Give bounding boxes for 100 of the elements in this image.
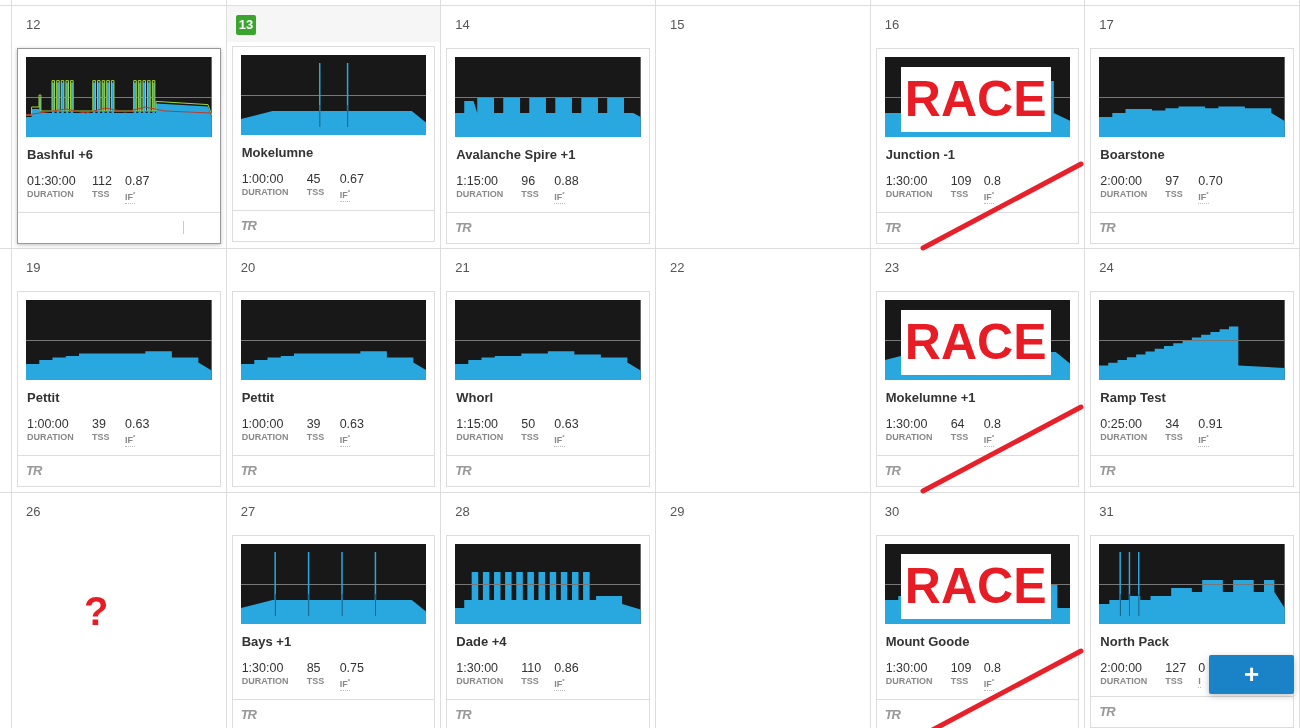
stat-value: 85 — [306, 661, 321, 675]
stat-label: DURATION — [885, 675, 933, 687]
stat-value: 0.8 — [983, 174, 1002, 188]
stat-value: 2:00:00 — [1100, 661, 1143, 675]
stat-value: 39 — [92, 417, 106, 431]
stat-value: 64 — [950, 417, 965, 431]
day-number: 24 — [1099, 260, 1114, 276]
day-number: 26 — [26, 504, 41, 520]
race-label: RACE — [900, 554, 1051, 619]
stat-label: IF$^{*}$ — [554, 188, 565, 204]
stat-label: IF$^{*}$ — [983, 431, 994, 447]
workout-title: North Pack — [1100, 634, 1170, 649]
brand-logo: TR — [884, 220, 900, 235]
stat-label: DURATION — [1100, 431, 1148, 443]
stat-label: IF$^{*}$ — [554, 431, 565, 447]
stat-label: IF$^{*}$ — [125, 431, 136, 447]
brand-logo: TR — [240, 218, 256, 233]
stat-label: TSS — [92, 431, 110, 443]
stat-value: 2:00:00 — [1100, 174, 1143, 188]
day-number: 30 — [884, 504, 900, 520]
stat-value: 1:30:00 — [885, 417, 928, 431]
stat-label: I — [1198, 675, 1201, 688]
stat-label: TSS — [1165, 431, 1183, 443]
workout-card[interactable]: Whorl 1:15:00 DURATION 50 TSS 0.63 IF$^{*}$ TR — [446, 291, 650, 487]
stat-label: TSS — [306, 431, 325, 443]
stat-value: 0.67 — [339, 172, 364, 186]
day-number: 19 — [26, 260, 41, 276]
workout-card[interactable]: Boarstone 2:00:00 DURATION 97 TSS 0.70 IF$^{*}$ TR — [1090, 48, 1294, 244]
stat-label: TSS — [521, 188, 539, 200]
stat-value: 97 — [1165, 174, 1180, 188]
race-label: RACE — [900, 67, 1051, 132]
stat-value: 34 — [1165, 417, 1180, 431]
stat-label: TSS — [521, 431, 539, 443]
stat-label: TSS — [306, 186, 325, 198]
workout-title: Mount Goode — [885, 634, 971, 649]
brand-logo: TR — [1099, 463, 1115, 478]
stat-label: DURATION — [885, 431, 933, 443]
stat-value: 0.8 — [983, 661, 1002, 675]
workout-title: Mokelumne +1 — [885, 390, 977, 405]
stat-value: 0.63 — [339, 417, 364, 431]
workout-card[interactable]: Pettit 1:00:00 DURATION 39 TSS 0.63 IF$^{*}$ TR — [17, 291, 221, 487]
brand-logo: TR — [240, 463, 256, 478]
stat-value: 1:30:00 — [456, 661, 499, 675]
stat-label: IF$^{*}$ — [1198, 431, 1209, 447]
stat-value: 0.91 — [1198, 417, 1223, 431]
stat-value: 0.88 — [554, 174, 579, 188]
race-label: RACE — [900, 310, 1051, 375]
stat-label: IF$^{*}$ — [983, 188, 994, 204]
day-number: 23 — [884, 260, 900, 276]
workout-title: Ramp Test — [1100, 390, 1167, 405]
stat-label: IF$^{*}$ — [339, 431, 350, 447]
stat-label: TSS — [92, 188, 110, 200]
day-number: 31 — [1099, 504, 1114, 520]
stat-label: DURATION — [241, 431, 289, 443]
workout-card[interactable]: Dade +4 1:30:00 DURATION 110 TSS 0.86 IF$^{*}$ TR — [446, 535, 650, 728]
stat-label: DURATION — [456, 188, 504, 200]
stat-label: IF$^{*}$ — [1198, 188, 1209, 204]
workout-card[interactable]: Bashful +6 01:30:00 DURATION 112 TSS 0.87 IF$^{*}$ — [17, 48, 221, 244]
stat-value: 50 — [521, 417, 536, 431]
stat-value: 0.87 — [125, 174, 150, 188]
stat-label: IF$^{*}$ — [554, 675, 565, 691]
brand-logo: TR — [455, 220, 471, 235]
workout-card[interactable]: Pettit 1:00:00 DURATION 39 TSS 0.63 IF$^{*}$ TR — [231, 291, 436, 487]
stat-value: 127 — [1165, 661, 1187, 675]
stat-label: TSS — [950, 675, 969, 687]
workout-title: Pettit — [27, 390, 61, 405]
workout-card[interactable]: Mokelumne 1:00:00 DURATION 45 TSS 0.67 IF$^{*}$ TR — [231, 46, 436, 242]
workout-card[interactable]: RACE Mount Goode 1:30:00 DURATION 109 TSS 0.8 IF$^{*}$ TR — [875, 535, 1080, 728]
stat-label: TSS — [950, 188, 969, 200]
stat-label: TSS — [950, 431, 969, 443]
stat-label: TSS — [1165, 188, 1183, 200]
brand-logo: TR — [1099, 704, 1115, 719]
stat-value: 0 — [1198, 661, 1206, 675]
workout-card[interactable]: Avalanche Spire +1 1:15:00 DURATION 96 TSS 0.88 IF$^{*}$ TR — [446, 48, 650, 244]
stat-value: 1:00:00 — [241, 417, 284, 431]
day-number: 14 — [455, 17, 470, 33]
stat-label: DURATION — [27, 431, 74, 443]
stat-label: DURATION — [241, 675, 289, 687]
workout-title: Bashful +6 — [27, 147, 95, 162]
workout-card[interactable]: Ramp Test 0:25:00 DURATION 34 TSS 0.91 IF$^{*}$ TR — [1090, 291, 1294, 487]
workout-card[interactable]: Bays +1 1:30:00 DURATION 85 TSS 0.75 IF$^{*}$ TR — [231, 535, 436, 728]
today-badge: 13 — [235, 15, 257, 35]
stat-label: IF$^{*}$ — [983, 675, 994, 691]
stat-value: 0.63 — [554, 417, 579, 431]
stat-label: TSS — [521, 675, 539, 687]
stat-value: 0.86 — [554, 661, 579, 675]
day-number: 29 — [670, 504, 685, 520]
workout-title: Bays +1 — [241, 634, 293, 649]
workout-title: Mokelumne — [241, 145, 315, 160]
stat-value: 110 — [521, 661, 542, 675]
stat-label: DURATION — [456, 431, 504, 443]
day-number: 27 — [240, 504, 256, 520]
brand-logo: TR — [884, 707, 900, 722]
workout-card[interactable]: RACE Mokelumne +1 1:30:00 DURATION 64 TSS 0.8 IF$^{*}$ TR — [875, 291, 1080, 487]
add-button[interactable]: + — [1209, 655, 1294, 694]
day-number: 20 — [240, 260, 256, 276]
brand-logo: TR — [455, 463, 471, 478]
workout-card[interactable]: RACE Junction -1 1:30:00 DURATION 109 TSS 0.8 IF$^{*}$ TR — [875, 48, 1080, 244]
stat-value: 1:15:00 — [456, 417, 499, 431]
stat-value: 1:30:00 — [885, 174, 928, 188]
